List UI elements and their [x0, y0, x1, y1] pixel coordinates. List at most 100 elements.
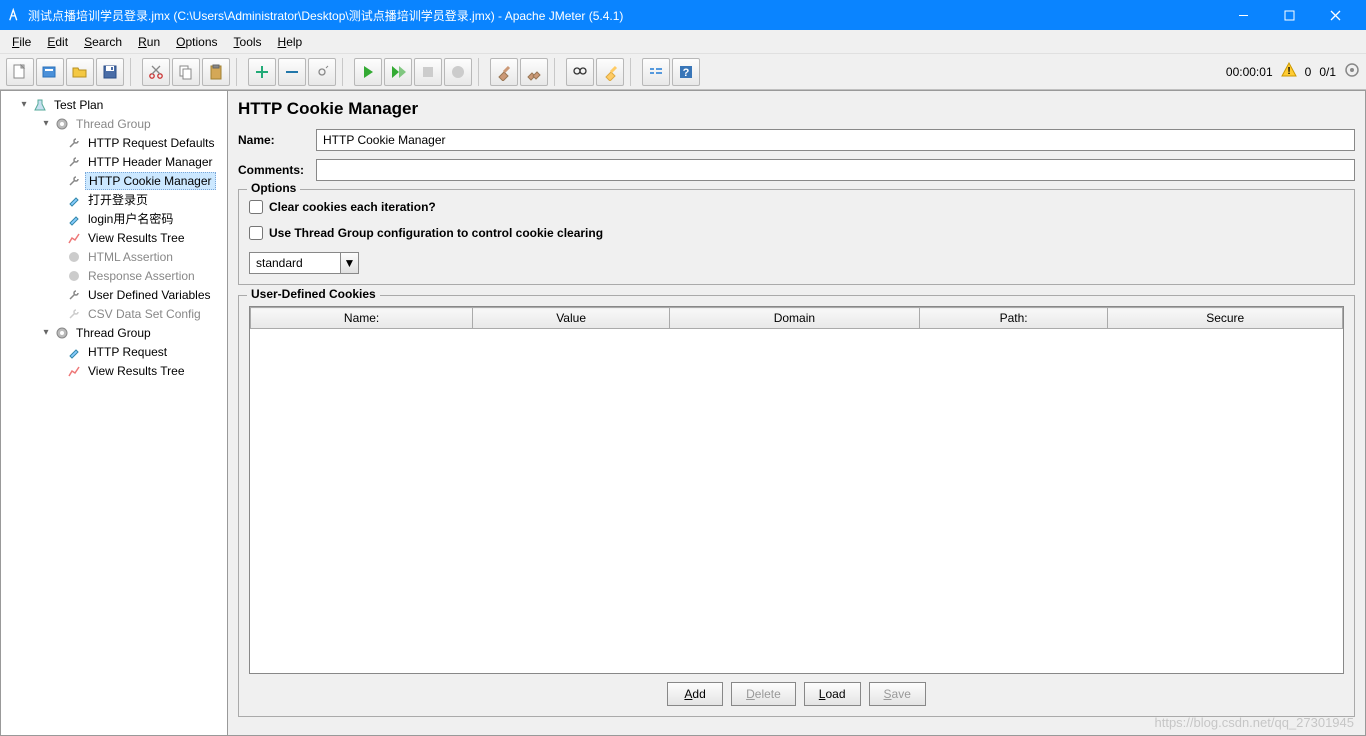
- minimize-button[interactable]: [1220, 0, 1266, 30]
- start-button[interactable]: [354, 58, 382, 86]
- tree-panel[interactable]: ▾Test Plan ▾Thread Group HTTP Request De…: [0, 90, 228, 736]
- flask-icon: [32, 97, 48, 113]
- reset-search-button[interactable]: [596, 58, 624, 86]
- delete-button[interactable]: Delete: [731, 682, 796, 706]
- policy-combo[interactable]: standard ▼: [249, 252, 359, 274]
- use-tg-config-checkbox[interactable]: [249, 226, 263, 240]
- tree-response-assertion[interactable]: Response Assertion: [1, 266, 227, 285]
- tree-http-request-defaults[interactable]: HTTP Request Defaults: [1, 133, 227, 152]
- tree-thread-group-2[interactable]: ▾Thread Group: [1, 323, 227, 342]
- comments-label: Comments:: [238, 163, 308, 177]
- wrench-icon: [66, 135, 82, 151]
- expand-button[interactable]: [248, 58, 276, 86]
- col-secure[interactable]: Secure: [1108, 308, 1343, 329]
- menu-help[interactable]: Help: [270, 32, 311, 52]
- load-button[interactable]: Load: [804, 682, 861, 706]
- tree-html-assertion[interactable]: HTML Assertion: [1, 247, 227, 266]
- paste-button[interactable]: [202, 58, 230, 86]
- wrench-icon: [66, 287, 82, 303]
- pipette-icon: [66, 211, 82, 227]
- assert-icon: [66, 249, 82, 265]
- start-no-timers-button[interactable]: [384, 58, 412, 86]
- wrench-icon: [66, 306, 82, 322]
- window-title: 测试点播培训学员登录.jmx (C:\Users\Administrator\D…: [28, 7, 1220, 24]
- clear-each-checkbox[interactable]: [249, 200, 263, 214]
- help-button[interactable]: ?: [672, 58, 700, 86]
- tree-thread-group-1[interactable]: ▾Thread Group: [1, 114, 227, 133]
- maximize-button[interactable]: [1266, 0, 1312, 30]
- toolbar-status: 00:00:01 ! 0 0/1: [1226, 62, 1360, 81]
- tree-test-plan[interactable]: ▾Test Plan: [1, 95, 227, 114]
- tree-http-header-manager[interactable]: HTTP Header Manager: [1, 152, 227, 171]
- tree-http-request[interactable]: HTTP Request: [1, 342, 227, 361]
- main-panel: HTTP Cookie Manager Name: Comments: Opti…: [228, 90, 1366, 736]
- save-button[interactable]: [96, 58, 124, 86]
- gear-icon: [54, 116, 70, 132]
- tree-open-login[interactable]: 打开登录页: [1, 190, 227, 209]
- assert-icon: [66, 268, 82, 284]
- warning-icon: !: [1281, 62, 1297, 81]
- wrench-icon: [66, 154, 82, 170]
- menu-options[interactable]: Options: [168, 32, 225, 52]
- col-domain[interactable]: Domain: [669, 308, 919, 329]
- table-body[interactable]: [250, 329, 1343, 673]
- tree-view-results-tree[interactable]: View Results Tree: [1, 228, 227, 247]
- chart-icon: [66, 363, 82, 379]
- col-name[interactable]: Name:: [251, 308, 473, 329]
- app-icon: [8, 8, 22, 22]
- pipette-icon: [66, 344, 82, 360]
- toolbar: ? 00:00:01 ! 0 0/1: [0, 54, 1366, 90]
- stop-button[interactable]: [414, 58, 442, 86]
- svg-text:?: ?: [683, 67, 690, 79]
- menubar: File Edit Search Run Options Tools Help: [0, 30, 1366, 54]
- collapse-button[interactable]: [278, 58, 306, 86]
- options-legend: Options: [247, 181, 300, 195]
- window-titlebar: 测试点播培训学员登录.jmx (C:\Users\Administrator\D…: [0, 0, 1366, 30]
- function-helper-button[interactable]: [642, 58, 670, 86]
- pipette-icon: [66, 192, 82, 208]
- tree-csv-config[interactable]: CSV Data Set Config: [1, 304, 227, 323]
- cut-button[interactable]: [142, 58, 170, 86]
- clear-all-button[interactable]: [520, 58, 548, 86]
- panel-title: HTTP Cookie Manager: [238, 99, 1355, 119]
- cookies-fieldset: User-Defined Cookies Name: Value Domain …: [238, 295, 1355, 717]
- add-button[interactable]: Add: [667, 682, 723, 706]
- copy-button[interactable]: [172, 58, 200, 86]
- clear-button[interactable]: [490, 58, 518, 86]
- toggle-button[interactable]: [308, 58, 336, 86]
- search-button[interactable]: [566, 58, 594, 86]
- svg-text:!: !: [1287, 66, 1290, 77]
- cookies-legend: User-Defined Cookies: [247, 287, 380, 301]
- tree-view-results-tree-2[interactable]: View Results Tree: [1, 361, 227, 380]
- cookies-table[interactable]: Name: Value Domain Path: Secure: [249, 306, 1344, 674]
- new-button[interactable]: [6, 58, 34, 86]
- menu-edit[interactable]: Edit: [39, 32, 76, 52]
- save-cookies-button[interactable]: Save: [869, 682, 926, 706]
- menu-run[interactable]: Run: [130, 32, 168, 52]
- col-value[interactable]: Value: [473, 308, 670, 329]
- col-path[interactable]: Path:: [919, 308, 1108, 329]
- chevron-down-icon: ▼: [340, 253, 358, 273]
- templates-button[interactable]: [36, 58, 64, 86]
- gear-icon: [54, 325, 70, 341]
- menu-file[interactable]: File: [4, 32, 39, 52]
- error-count: 0: [1305, 65, 1312, 79]
- open-button[interactable]: [66, 58, 94, 86]
- use-tg-config-label: Use Thread Group configuration to contro…: [269, 226, 603, 240]
- clear-each-label: Clear cookies each iteration?: [269, 200, 436, 214]
- close-button[interactable]: [1312, 0, 1358, 30]
- tree-user-defined-vars[interactable]: User Defined Variables: [1, 285, 227, 304]
- comments-input[interactable]: [316, 159, 1355, 181]
- menu-search[interactable]: Search: [76, 32, 130, 52]
- options-fieldset: Options Clear cookies each iteration? Us…: [238, 189, 1355, 285]
- shutdown-button[interactable]: [444, 58, 472, 86]
- menu-tools[interactable]: Tools: [226, 32, 270, 52]
- wrench-icon: [66, 173, 82, 189]
- tree-login-userpass[interactable]: login用户名密码: [1, 209, 227, 228]
- chart-icon: [66, 230, 82, 246]
- tree-http-cookie-manager[interactable]: HTTP Cookie Manager: [1, 171, 227, 190]
- name-input[interactable]: [316, 129, 1355, 151]
- name-label: Name:: [238, 133, 308, 147]
- thread-count: 0/1: [1319, 65, 1336, 79]
- policy-value: standard: [250, 253, 340, 273]
